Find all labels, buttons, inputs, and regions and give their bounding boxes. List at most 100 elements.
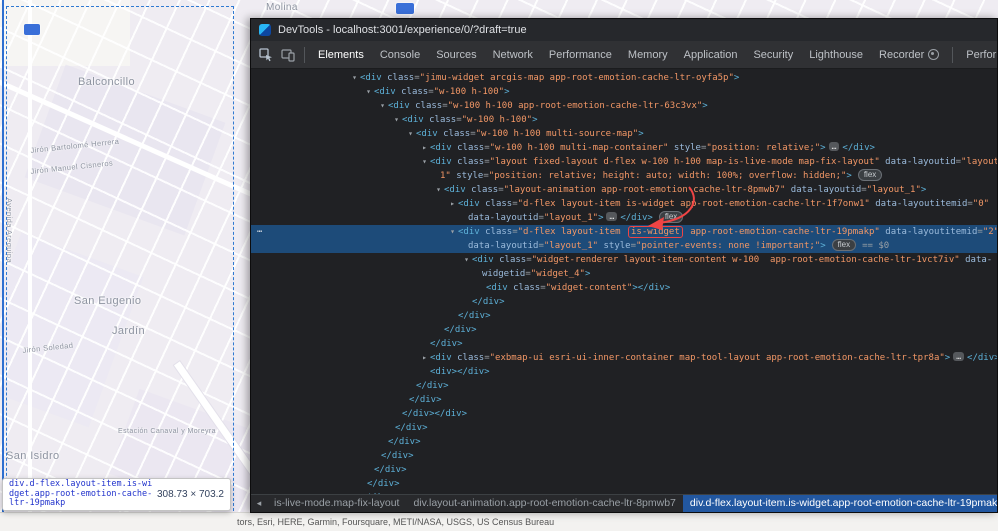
dom-tree-node[interactable]: </div> [251, 449, 997, 463]
dom-tree-node[interactable]: ▾<div class="w-100 h-100"> [251, 85, 997, 99]
dom-tree-node[interactable]: </div> [251, 295, 997, 309]
twisty-icon[interactable]: ▾ [349, 71, 360, 85]
node-menu-icon[interactable]: ⋯ [257, 225, 263, 239]
dom-tree-node[interactable]: ▾<div class="layout-animation app-root-e… [251, 183, 997, 197]
code-token: "widget-renderer layout-item-content w-1… [532, 255, 960, 265]
dom-tree-node[interactable]: data-layoutid="layout_1">…</div>flex [251, 211, 997, 225]
dom-tree-node[interactable]: widgetid="widget_4"> [251, 267, 997, 281]
twisty-icon[interactable]: ▾ [447, 225, 458, 239]
dom-tree: ▾<div class="jimu-widget arcgis-map app-… [251, 69, 997, 494]
inspect-element-icon[interactable] [257, 46, 275, 64]
dom-tree-node[interactable]: </div> [251, 491, 997, 494]
breadcrumb-item[interactable]: div.layout-animation.app-root-emotion-ca… [406, 495, 682, 512]
code-token: </div> [374, 465, 407, 475]
code-token: "w-100 h-100 app-root-emotion-cache-ltr-… [448, 101, 703, 111]
code-token: "pointer-events: none !important;" [636, 241, 820, 251]
dom-tree-node[interactable]: ⋯▾<div class="d-flex layout-item is-widg… [251, 225, 997, 239]
dom-tree-node[interactable]: ▸<div class="w-100 h-100 multi-map-conta… [251, 141, 997, 155]
code-token: </div> [458, 311, 491, 321]
dom-tree-node[interactable]: </div> [251, 435, 997, 449]
dom-tree-node[interactable]: ▾<div class="layout fixed-layout d-flex … [251, 155, 997, 169]
tab-recorder[interactable]: Recorder [871, 42, 947, 68]
breadcrumb-item[interactable]: div.d-flex.layout-item.is-widget.app-roo… [683, 495, 997, 512]
code-token: > [734, 73, 739, 83]
code-token: "position: relative;" [706, 143, 820, 153]
tab-application[interactable]: Application [676, 42, 746, 68]
dom-tree-node[interactable]: ▸<div class="d-flex layout-item is-widge… [251, 197, 997, 211]
flex-badge[interactable]: flex [659, 211, 683, 223]
code-token: class [438, 129, 471, 139]
overlay-badge [24, 24, 40, 35]
dom-tree-node[interactable]: ▾<div class="jimu-widget arcgis-map app-… [251, 71, 997, 85]
dom-tree-node[interactable]: </div> [251, 337, 997, 351]
dom-tree-node[interactable]: ▾<div class="widget-renderer layout-item… [251, 253, 997, 267]
twisty-icon[interactable]: ▾ [433, 183, 444, 197]
twisty-icon[interactable]: ▾ [419, 155, 430, 169]
twisty-icon[interactable]: ▾ [461, 253, 472, 267]
dom-tree-node[interactable]: <div></div> [251, 365, 997, 379]
tab-performance[interactable]: Performance [541, 42, 620, 68]
dom-tree-node[interactable]: ▾<div class="w-100 h-100 app-root-emotio… [251, 99, 997, 113]
twisty-icon[interactable]: ▾ [363, 85, 374, 99]
tab-performance-insights[interactable]: Performance insights [958, 42, 997, 68]
flex-badge[interactable]: flex [832, 239, 856, 251]
attribution-bar: tors, Esri, HERE, Garmin, Foursquare, ME… [0, 512, 998, 531]
tab-console[interactable]: Console [372, 42, 428, 68]
dom-tree-node[interactable]: </div> [251, 393, 997, 407]
code-token: 1" [440, 171, 451, 181]
twisty-icon[interactable]: ▾ [377, 99, 388, 113]
twisty-icon[interactable]: ▸ [447, 197, 458, 211]
expand-inline-icon[interactable]: … [829, 142, 840, 151]
code-token: class [480, 199, 513, 209]
twisty-icon[interactable]: ▾ [405, 127, 416, 141]
code-token: </div> [409, 395, 442, 405]
code-token: </div> [967, 353, 997, 363]
code-token: data-layoutid [468, 241, 538, 251]
expand-inline-icon[interactable]: … [953, 352, 964, 361]
dom-tree-node[interactable]: </div> [251, 421, 997, 435]
code-token: data-layoutid [785, 185, 861, 195]
code-token: data-layoutid [468, 213, 538, 223]
dom-tree-node[interactable]: <div class="widget-content"></div> [251, 281, 997, 295]
dom-tree-node[interactable]: ▾<div class="w-100 h-100 multi-source-ma… [251, 127, 997, 141]
code-token: class [480, 227, 513, 237]
tab-elements[interactable]: Elements [310, 42, 372, 68]
code-token: class [410, 101, 443, 111]
tab-memory[interactable]: Memory [620, 42, 676, 68]
code-token: "layout_1" [544, 241, 598, 251]
twisty-icon[interactable]: ▸ [419, 351, 430, 365]
devtools-titlebar[interactable]: DevTools - localhost:3001/experience/0/?… [251, 19, 997, 41]
code-token: "widget_4" [531, 269, 585, 279]
dom-tree-node[interactable]: data-layoutid="layout_1" style="pointer-… [251, 239, 997, 253]
tab-network[interactable]: Network [485, 42, 541, 68]
flex-badge[interactable]: flex [858, 169, 882, 181]
inspect-tooltip: div.d-flex.layout-item.is-widget.app-roo… [2, 478, 231, 511]
dom-tree-node[interactable]: 1" style="position: relative; height: au… [251, 169, 997, 183]
dom-tree-node[interactable]: ▾<div class="w-100 h-100"> [251, 113, 997, 127]
device-toolbar-icon[interactable] [279, 46, 297, 64]
inspect-tooltip-dimensions: 308.73 × 703.2 [155, 489, 224, 500]
dom-tree-node[interactable]: </div> [251, 323, 997, 337]
code-token: > [532, 115, 537, 125]
dom-tree-node[interactable]: </div> [251, 379, 997, 393]
tab-lighthouse[interactable]: Lighthouse [801, 42, 871, 68]
dom-tree-node[interactable]: </div></div> [251, 407, 997, 421]
tab-security[interactable]: Security [745, 42, 801, 68]
overlay-badge [396, 3, 414, 14]
expand-inline-icon[interactable]: … [606, 212, 617, 221]
breadcrumb-scroll-left-icon[interactable]: ◂ [251, 498, 267, 509]
code-token: "2" [983, 227, 997, 237]
dom-tree-node[interactable]: </div> [251, 309, 997, 323]
dom-tree-node[interactable]: ▸<div class="exbmap-ui esri-ui-inner-con… [251, 351, 997, 365]
code-token: </div> [472, 297, 505, 307]
dom-tree-node[interactable]: </div> [251, 477, 997, 491]
dom-tree-node[interactable]: </div> [251, 463, 997, 477]
twisty-icon[interactable]: ▸ [419, 141, 430, 155]
recorder-icon [928, 49, 939, 60]
code-token: </div> [430, 339, 463, 349]
breadcrumb-item[interactable]: is-live-mode.map-fix-layout [267, 495, 406, 512]
code-token: > [638, 129, 643, 139]
twisty-icon[interactable]: ▾ [391, 113, 402, 127]
tab-sources[interactable]: Sources [428, 42, 484, 68]
breadcrumb-bar: ◂ is-live-mode.map-fix-layoutdiv.layout-… [251, 494, 997, 512]
